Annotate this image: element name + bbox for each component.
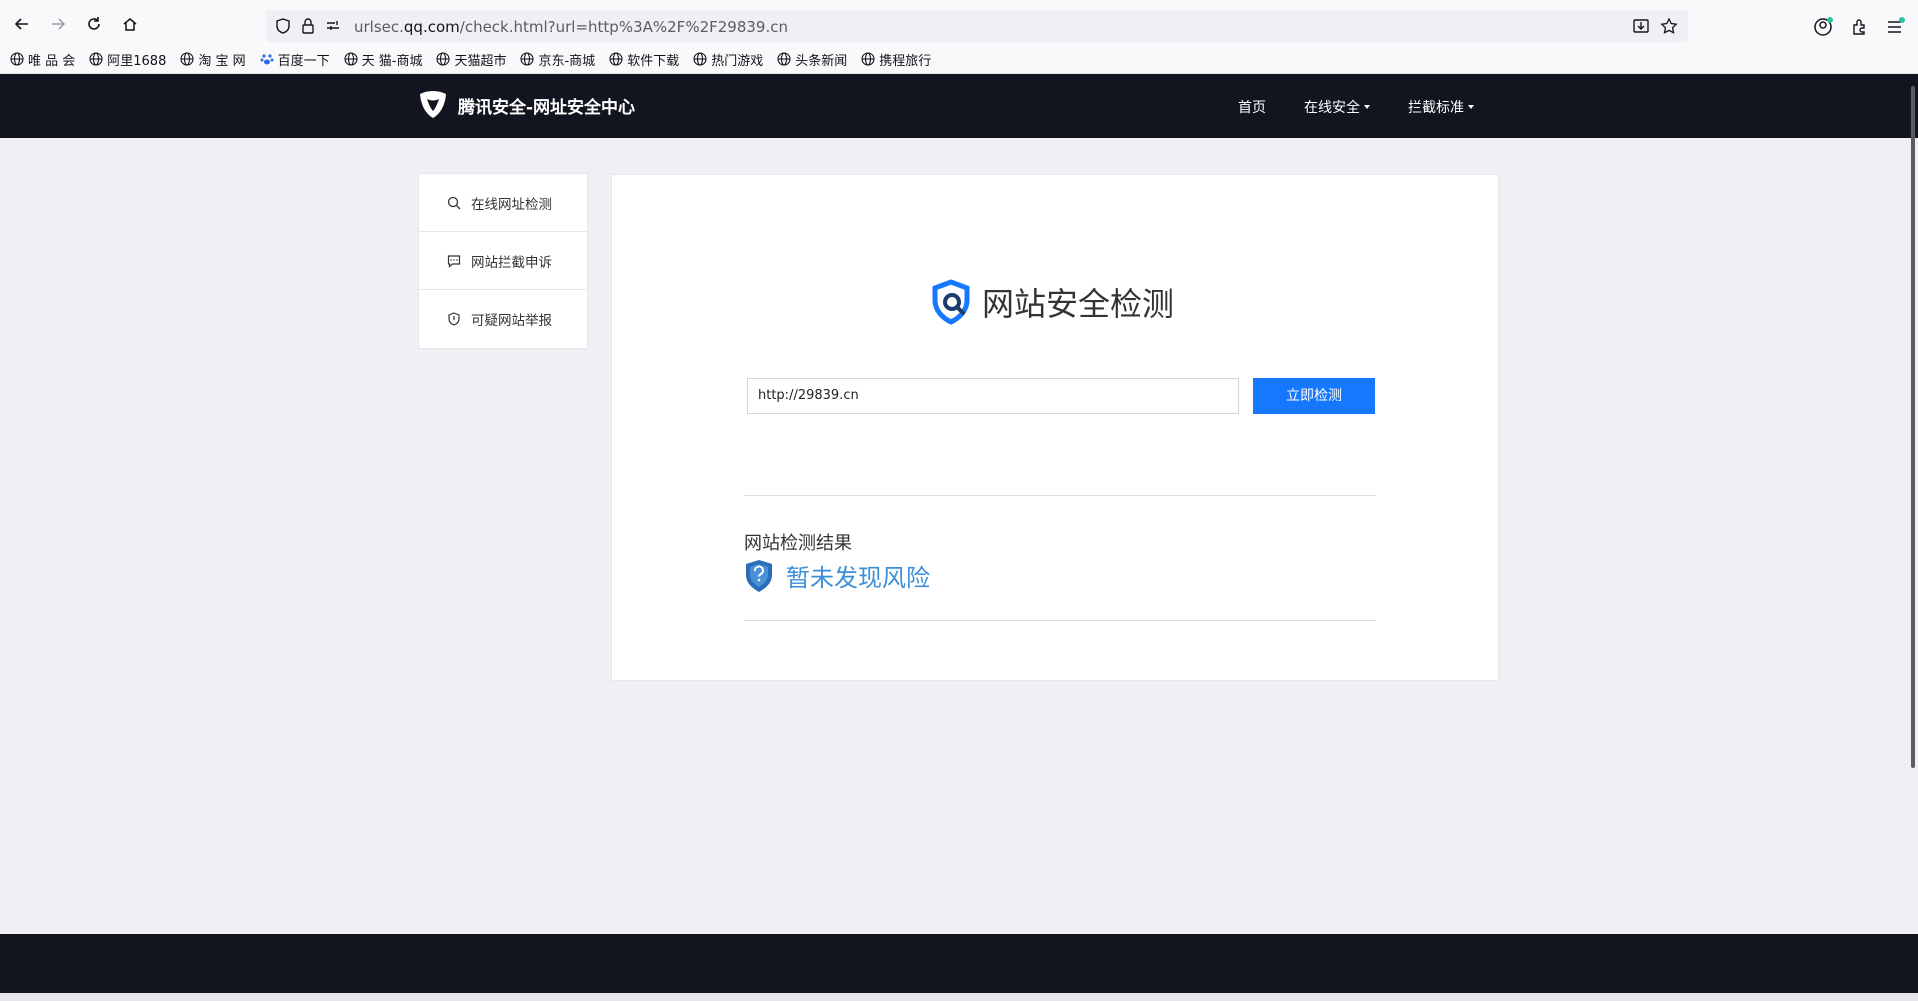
url-text[interactable]: urlsec.qq.com/check.html?url=http%3A%2F%… xyxy=(354,18,788,36)
nav-label: 首页 xyxy=(1238,100,1266,116)
back-arrow-icon xyxy=(14,18,28,30)
divider xyxy=(744,620,1376,621)
url-path: /check.html?url=http%3A%2F%2F29839.cn xyxy=(459,18,788,36)
bookmark-label: 携程旅行 xyxy=(879,53,932,69)
site-footer xyxy=(0,934,1918,993)
bookmark-label: 京东-商城 xyxy=(538,53,596,69)
bookmark-item[interactable]: 阿里1688 xyxy=(89,49,166,69)
save-to-pocket-icon[interactable] xyxy=(1632,17,1650,35)
bookmark-label: 阿里1688 xyxy=(107,53,167,69)
bookmark-label: 头条新闻 xyxy=(795,53,848,69)
url-prefix: urlsec. xyxy=(354,18,404,36)
globe-icon xyxy=(436,52,451,66)
bookmark-label: 百度一下 xyxy=(277,53,330,69)
site-header: 腾讯安全-网址安全中心 首页 在线安全 拦截标准 xyxy=(0,74,1918,138)
brand-name: 腾讯安全-网址安全中心 xyxy=(458,97,636,118)
bookmark-item[interactable]: 热门游戏 xyxy=(693,49,763,69)
globe-icon xyxy=(180,52,194,66)
sidebar-item-report-site[interactable]: 可疑网站举报 xyxy=(419,290,587,348)
account-icon[interactable] xyxy=(1812,16,1834,38)
sidebar: 在线网址检测 网站拦截申诉 可疑网站举报 xyxy=(418,173,588,349)
bookmarks-bar: 唯 品 会 阿里1688 淘 宝 网 百度一下 天 猫-商城 天猫超市 京东-商… xyxy=(10,49,931,69)
divider xyxy=(744,495,1376,496)
check-now-button[interactable]: 立即检测 xyxy=(1253,378,1375,414)
sidebar-item-label: 可疑网站举报 xyxy=(471,313,552,329)
shield-icon xyxy=(448,312,460,326)
browser-toolbar: urlsec.qq.com/check.html?url=http%3A%2F%… xyxy=(0,0,1918,74)
nav-block-standards[interactable]: 拦截标准 xyxy=(1408,97,1474,117)
bookmark-star-icon[interactable] xyxy=(1660,17,1678,35)
bookmark-label: 唯 品 会 xyxy=(28,53,76,69)
caret-down-icon xyxy=(1468,105,1474,109)
main-card: 网站安全检测 http://29839.cn 立即检测 网站检测结果 暂未发现风… xyxy=(611,174,1499,681)
bookmark-item[interactable]: 京东-商城 xyxy=(520,49,595,69)
forward-arrow-icon xyxy=(52,18,66,30)
security-check-shield-icon xyxy=(932,279,970,325)
nav-home[interactable]: 首页 xyxy=(1238,97,1266,117)
navigation-row: urlsec.qq.com/check.html?url=http%3A%2F%… xyxy=(0,6,1918,42)
globe-icon xyxy=(520,52,535,66)
globe-icon xyxy=(344,52,358,66)
sidebar-item-url-check[interactable]: 在线网址检测 xyxy=(419,174,587,232)
globe-icon xyxy=(10,52,24,66)
sidebar-item-block-appeal[interactable]: 网站拦截申诉 xyxy=(419,232,587,290)
sidebar-item-label: 在线网址检测 xyxy=(471,196,552,213)
bookmark-label: 软件下载 xyxy=(627,53,680,69)
reload-button[interactable] xyxy=(82,12,106,36)
globe-icon xyxy=(693,52,707,66)
url-host: qq.com xyxy=(403,18,460,36)
result-text: 暂未发现风险 xyxy=(786,564,930,592)
forward-button[interactable] xyxy=(46,12,70,36)
bookmark-item[interactable]: 天猫超市 xyxy=(436,49,506,69)
bookmark-item[interactable]: 淘 宝 网 xyxy=(180,49,246,69)
message-icon xyxy=(447,254,461,268)
home-icon xyxy=(123,18,137,31)
bookmark-label: 天猫超市 xyxy=(454,53,507,69)
page-title: 网站安全检测 xyxy=(928,279,1174,325)
sidebar-item-label: 网站拦截申诉 xyxy=(471,254,552,271)
extensions-icon[interactable] xyxy=(1848,16,1870,38)
globe-icon xyxy=(89,52,103,66)
back-button[interactable] xyxy=(10,12,34,36)
bookmark-item[interactable]: 天 猫-商城 xyxy=(344,49,423,69)
site-logo[interactable]: 腾讯安全-网址安全中心 xyxy=(416,88,635,122)
bookmark-label: 天 猫-商城 xyxy=(361,53,423,69)
top-navigation: 首页 在线安全 拦截标准 xyxy=(1238,97,1474,117)
bookmark-label: 热门游戏 xyxy=(711,53,764,69)
result-label: 网站检测结果 xyxy=(744,533,852,554)
home-button[interactable] xyxy=(118,12,142,36)
permissions-icon[interactable] xyxy=(324,17,342,35)
result-status: 暂未发现风险 xyxy=(744,558,930,593)
bottom-strip xyxy=(0,993,1918,1001)
tracking-protection-shield-icon[interactable] xyxy=(274,17,292,35)
globe-icon xyxy=(861,52,875,66)
bookmark-item[interactable]: 唯 品 会 xyxy=(10,49,75,69)
page-scrollbar[interactable] xyxy=(1911,86,1915,768)
nav-label: 在线安全 xyxy=(1304,100,1360,116)
url-input[interactable]: http://29839.cn xyxy=(747,378,1239,414)
globe-icon xyxy=(777,52,791,66)
caret-down-icon xyxy=(1364,105,1370,109)
title-text: 网站安全检测 xyxy=(982,285,1175,323)
safe-shield-icon xyxy=(746,559,772,592)
bookmark-item[interactable]: 百度一下 xyxy=(260,49,330,69)
bookmark-label: 淘 宝 网 xyxy=(198,53,246,69)
search-icon xyxy=(447,196,461,209)
reload-icon xyxy=(88,17,100,30)
bookmark-item[interactable]: 软件下载 xyxy=(609,49,679,69)
nav-label: 拦截标准 xyxy=(1408,100,1464,116)
menu-icon[interactable] xyxy=(1884,16,1906,38)
tencent-security-logo-icon xyxy=(420,91,446,118)
lock-icon[interactable] xyxy=(299,17,317,35)
bookmark-item[interactable]: 携程旅行 xyxy=(861,49,931,69)
bookmark-item[interactable]: 头条新闻 xyxy=(777,49,847,69)
baidu-paw-icon xyxy=(260,54,274,65)
nav-online-security[interactable]: 在线安全 xyxy=(1304,97,1370,117)
globe-icon xyxy=(609,52,623,66)
address-bar[interactable]: urlsec.qq.com/check.html?url=http%3A%2F%… xyxy=(266,10,1688,42)
